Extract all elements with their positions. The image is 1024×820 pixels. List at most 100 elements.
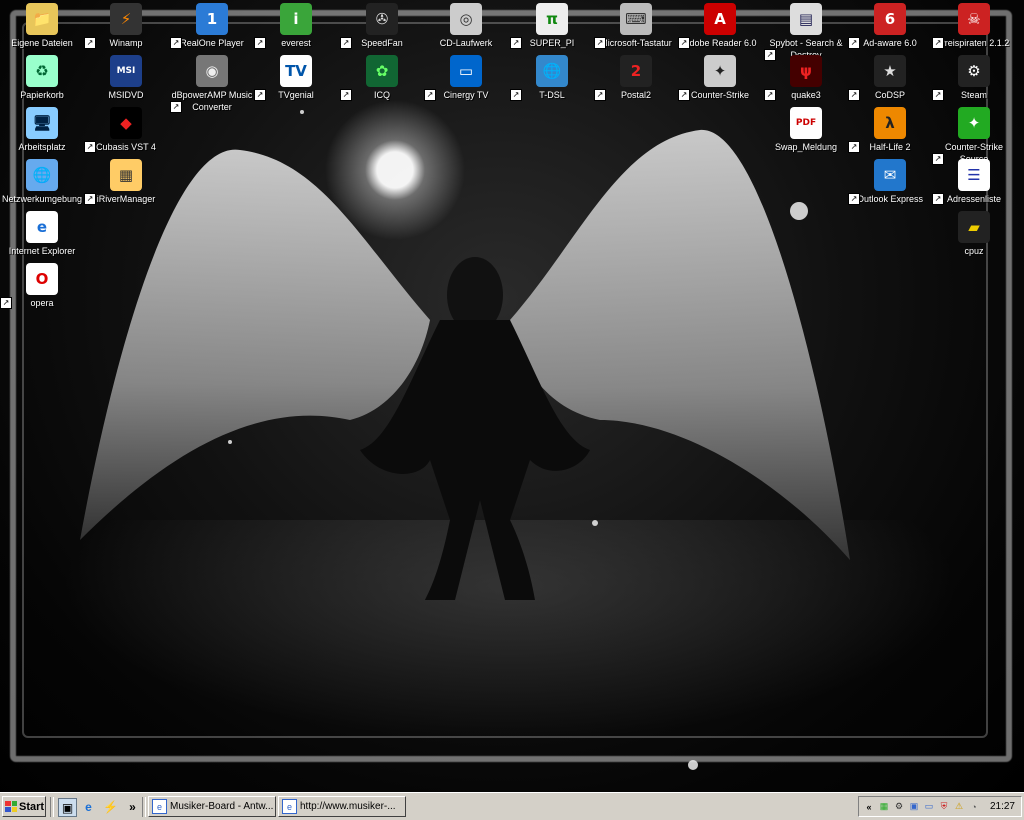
desktop-icon[interactable]: π ↗ SUPER_PI: [510, 3, 594, 49]
wallpaper-speck: [790, 202, 808, 220]
desktop-icon[interactable]: TV ↗ TVgenial: [254, 55, 338, 101]
network-tray-icon[interactable]: ▦: [878, 801, 890, 813]
desktop-icon-label: Eigene Dateien: [11, 38, 73, 48]
taskbar-window-button[interactable]: e Musiker-Board - Antw...: [148, 796, 276, 817]
quicklaunch-winamp[interactable]: ⚡: [102, 798, 119, 815]
shortcut-arrow-icon: ↗: [254, 37, 266, 49]
preispiraten-icon: ☠: [958, 3, 990, 35]
desktop-icon[interactable]: ▦ ↗ iRiverManager: [84, 159, 168, 205]
shortcut-arrow-icon: ↗: [340, 37, 352, 49]
desktop-icon[interactable]: λ ↗ Half-Life 2: [848, 107, 932, 153]
desktop-icon[interactable]: ✇ ↗ SpeedFan: [340, 3, 424, 49]
shortcut-arrow-icon: ↗: [932, 89, 944, 101]
connection-tray-icon[interactable]: ◔: [968, 801, 980, 813]
network-icon: 🌐: [26, 159, 58, 191]
desktop-icon[interactable]: 📁 Eigene Dateien: [0, 3, 84, 49]
desktop-icon[interactable]: ✿ ↗ ICQ: [340, 55, 424, 101]
quicklaunch-overflow-button[interactable]: »: [124, 798, 141, 815]
quake3-icon: ψ: [790, 55, 822, 87]
desktop-icon-label: Postal2: [620, 90, 652, 100]
quicklaunch-internet-explorer[interactable]: e: [80, 798, 97, 815]
desktop-icon[interactable]: A ↗ Adobe Reader 6.0: [678, 3, 762, 49]
desktop-icon-label: Half-Life 2: [869, 142, 911, 152]
pdf-document-icon: PDF: [790, 107, 822, 139]
desktop-icon[interactable]: ▭ ↗ Cinergy TV: [424, 55, 508, 101]
keyboard-icon: ⌨: [620, 3, 652, 35]
desktop-icon[interactable]: ▰ cpuz: [932, 211, 1016, 257]
desktop-icon-label: Winamp: [109, 38, 143, 48]
desktop-icon[interactable]: 1 ↗ RealOne Player: [170, 3, 254, 49]
desktop-icon[interactable]: ◆ ↗ Cubasis VST 4: [84, 107, 168, 153]
desktop-icon[interactable]: 2 ↗ Postal2: [594, 55, 678, 101]
desktop-icon[interactable]: O ↗ opera: [0, 263, 84, 309]
security-warning-icon[interactable]: ⚠: [953, 801, 965, 813]
desktop-icon[interactable]: PDF Swap_Meldung: [764, 107, 848, 153]
desktop-icon-label: ICQ: [373, 90, 390, 100]
desktop-icon[interactable]: ★ ↗ CoDSP: [848, 55, 932, 101]
tray-expand-button[interactable]: «: [863, 801, 875, 813]
desktop-icon[interactable]: MSI MSIDVD: [84, 55, 168, 101]
desktop-icon-label: cpuz: [964, 246, 984, 256]
winamp-icon: ⚡: [103, 799, 118, 814]
desktop-icon[interactable]: 🌐 ↗ T-DSL: [510, 55, 594, 101]
taskbar-separator: [142, 797, 146, 817]
desktop-icon-label: Counter-Strike: [690, 90, 750, 100]
everest-icon: i: [280, 3, 312, 35]
taskbar-clock[interactable]: 21:27: [990, 801, 1015, 812]
shortcut-arrow-icon: ↗: [848, 37, 860, 49]
desktop-icon-label: Netzwerkumgebung: [1, 194, 83, 204]
desktop-icon[interactable]: ψ ↗ quake3: [764, 55, 848, 101]
internet-explorer-icon: e: [85, 799, 92, 814]
desktop-icon[interactable]: e Internet Explorer: [0, 211, 84, 257]
desktop-icon[interactable]: ⚡ ↗ Winamp: [84, 3, 168, 49]
desktop-icon[interactable]: 6 ↗ Ad-aware 6.0: [848, 3, 932, 49]
display-tray-icon[interactable]: ▣: [908, 801, 920, 813]
desktop-icon[interactable]: ◎ CD-Laufwerk: [424, 3, 508, 49]
desktop-icon-label: Cubasis VST 4: [96, 142, 156, 152]
desktop-icon[interactable]: ✦ ↗ Counter-Strike: [678, 55, 762, 101]
desktop-icon-label: T-DSL: [539, 90, 565, 100]
quicklaunch-show-desktop[interactable]: ▣: [58, 798, 77, 817]
desktop-icon-label: TVgenial: [278, 90, 314, 100]
shortcut-arrow-icon: ↗: [848, 193, 860, 205]
start-button[interactable]: Start: [2, 796, 46, 817]
ie-window-icon: e: [282, 799, 297, 814]
desktop-icon[interactable]: ⌨ ↗ Microsoft-Tastatur: [594, 3, 678, 49]
desktop-icon-label: SpeedFan: [361, 38, 403, 48]
wallpaper-speck: [300, 110, 304, 114]
desktop-icon[interactable]: ☰ ↗ Adressenliste: [932, 159, 1016, 205]
system-tray: « ▦ ⚙ ▣ ▭ ⛨ ⚠ ◔ 21:27: [858, 796, 1022, 817]
steam-tray-icon[interactable]: ⚙: [893, 801, 905, 813]
recycle-bin-icon: ♻: [26, 55, 58, 87]
shortcut-arrow-icon: ↗: [594, 37, 606, 49]
wallpaper-speck: [688, 760, 698, 770]
desktop-icon[interactable]: ☠ ↗ Preispiraten 2.1.2: [932, 3, 1016, 49]
codsp-icon: ★: [874, 55, 906, 87]
desktop-icon[interactable]: ✉ ↗ Outlook Express: [848, 159, 932, 205]
desktop-icon[interactable]: ◉ ↗ dBpowerAMP Music Converter: [170, 55, 254, 113]
realone-icon: 1: [196, 3, 228, 35]
tvgenial-icon: TV: [280, 55, 312, 87]
desktop-icon-label: Cinergy TV: [443, 90, 489, 100]
desktop-icon-label: Preispiraten 2.1.2: [938, 38, 1010, 48]
shortcut-arrow-icon: ↗: [170, 37, 182, 49]
desktop-icon[interactable]: 🖥 Arbeitsplatz: [0, 107, 84, 153]
shortcut-arrow-icon: ↗: [848, 89, 860, 101]
desktop-icon[interactable]: ♻ Papierkorb: [0, 55, 84, 101]
spybot-icon: ▤: [790, 3, 822, 35]
desktop-icon-label: Adressenliste: [946, 194, 1002, 204]
monitor-tray-icon[interactable]: ▭: [923, 801, 935, 813]
adaware-icon: 6: [874, 3, 906, 35]
desktop-icon[interactable]: 🌐 Netzwerkumgebung: [0, 159, 84, 205]
taskbar-window-button[interactable]: e http://www.musiker-...: [278, 796, 406, 817]
desktop-icon[interactable]: ✦↗Counter-Strike Source: [932, 107, 1016, 165]
desktop-icon[interactable]: ▤↗Spybot - Search & Destroy: [764, 3, 848, 61]
desktop-icon-label: Internet Explorer: [8, 246, 76, 256]
desktop-icon[interactable]: i ↗ everest: [254, 3, 338, 49]
taskbar: Start ▣ e ⚡ » e Musiker-Board - Antw... …: [0, 792, 1024, 820]
antivirus-tray-icon[interactable]: ⛨: [938, 801, 950, 813]
desktop-icon-label: SUPER_PI: [529, 38, 575, 48]
desktop-icon[interactable]: ⚙ ↗ Steam: [932, 55, 1016, 101]
internet-explorer-icon: e: [26, 211, 58, 243]
taskbar-separator: [50, 797, 54, 817]
